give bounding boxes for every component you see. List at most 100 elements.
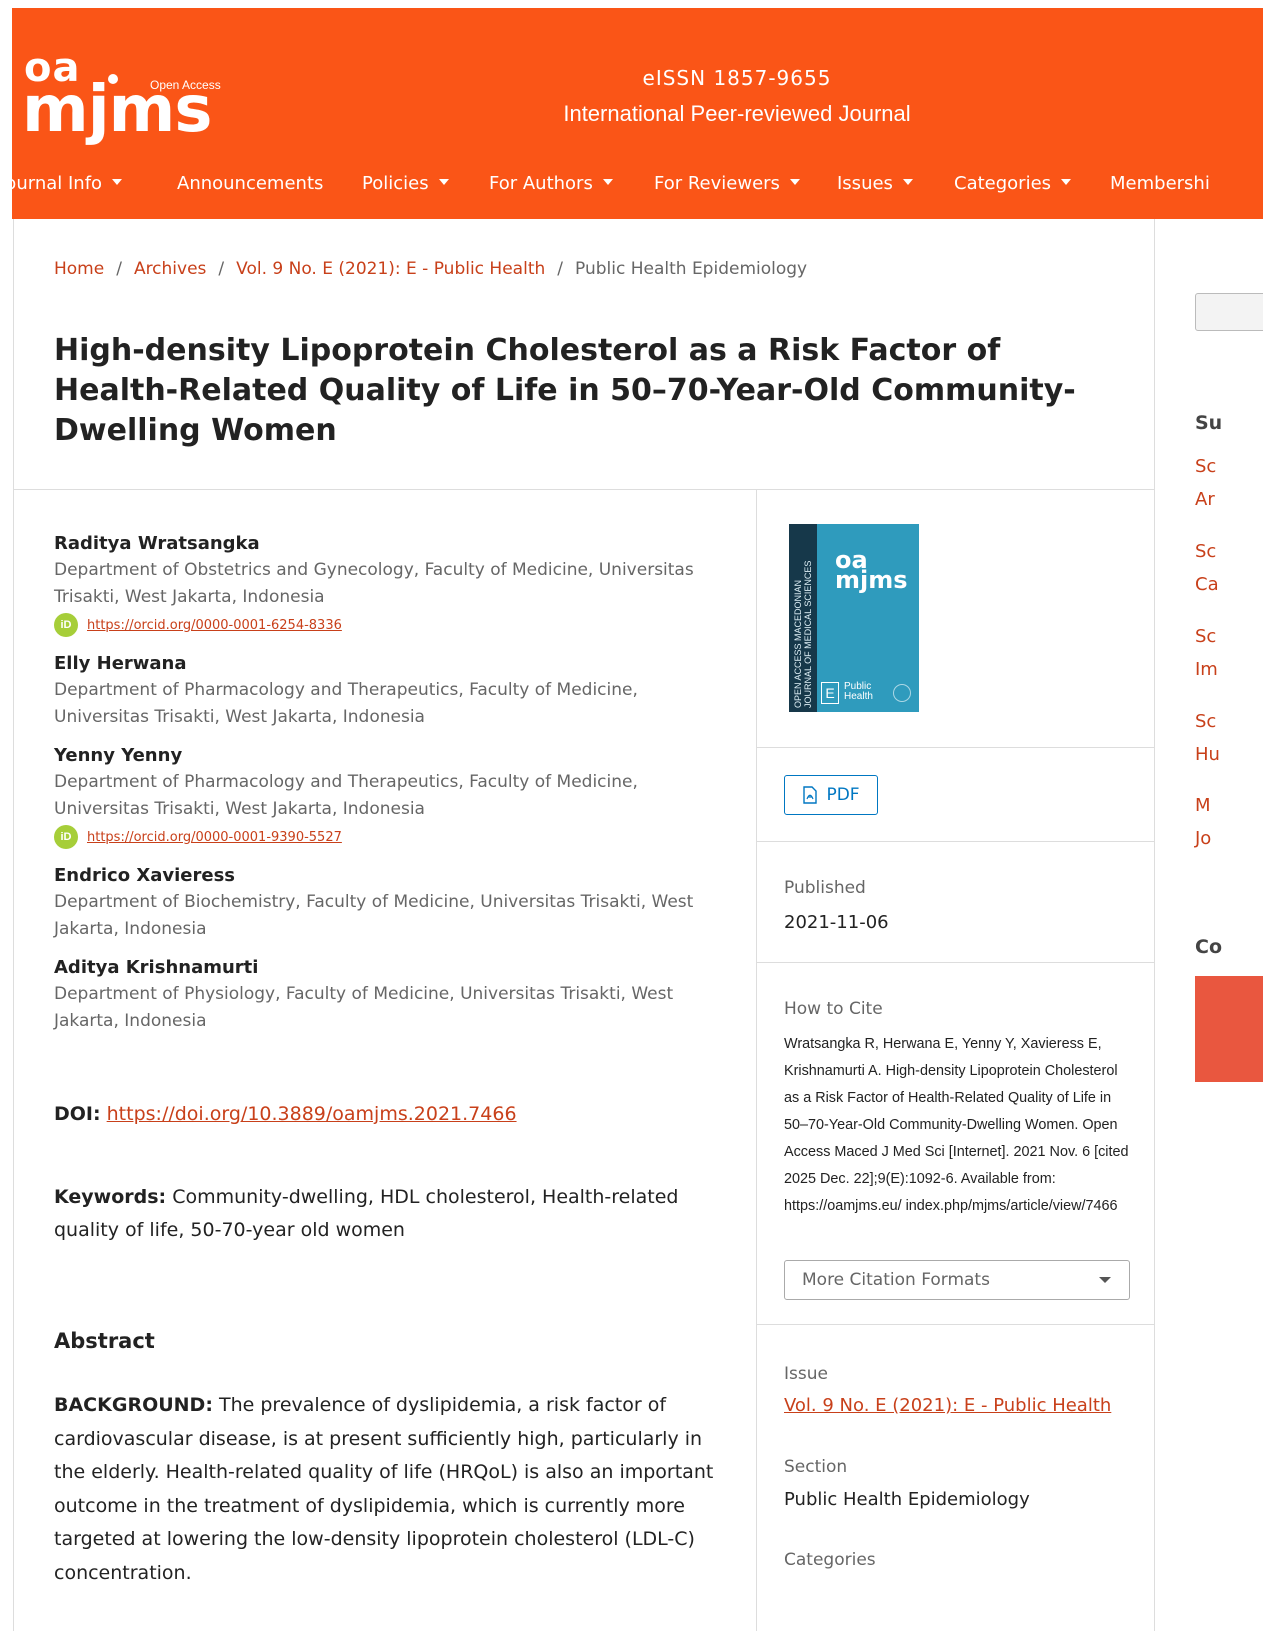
main-content: Home / Archives / Vol. 9 No. E (2021): E - P… (13, 219, 1155, 1631)
sidebar-link[interactable]: Im (1195, 653, 1218, 686)
nav-item-label: For Reviewers (654, 173, 780, 194)
sidebar-link[interactable]: Hu (1195, 738, 1220, 771)
keywords: Keywords: Community-dwelling, HDL choles… (54, 1181, 724, 1247)
author-affiliation: Department of Pharmacology and Therapeut… (54, 680, 638, 727)
breadcrumb-current: Public Health Epidemiology (575, 259, 808, 279)
site-header: oa Open Access mjms eISSN 1857-9655 Inte… (12, 8, 1263, 219)
doi-label: DOI: (54, 1103, 101, 1125)
author-item: Raditya Wratsangka Department of Obstetr… (54, 531, 724, 639)
nav-item-membership[interactable]: Membershi (1110, 166, 1210, 202)
categories-label: Categories (784, 1550, 876, 1570)
nav-item-label: Membershi (1110, 173, 1210, 194)
cover-strip-text: OPEN ACCESS MACEDONIAN JOURNAL OF MEDICA… (793, 524, 813, 708)
nav-item-label: For Authors (489, 173, 593, 194)
orcid-row: iD https://orcid.org/0000-0001-6254-8336 (54, 611, 724, 639)
chevron-down-icon (902, 179, 913, 185)
published-section: Published 2021-11-06 (757, 842, 1154, 963)
search-button[interactable] (1195, 293, 1263, 331)
cite-label: How to Cite (784, 999, 883, 1019)
cover-strip-line: OPEN ACCESS MACEDONIAN (793, 579, 803, 708)
author-name: Aditya Krishnamurti (54, 957, 259, 978)
page: oa Open Access mjms eISSN 1857-9655 Inte… (0, 0, 1263, 1631)
orcid-icon: iD (54, 825, 78, 849)
galley-section: PDF (757, 748, 1154, 842)
sidebar-link[interactable]: Jo (1195, 822, 1211, 855)
sidebar-link[interactable]: Sc (1195, 535, 1216, 568)
author-affiliation: Department of Pharmacology and Therapeut… (54, 772, 638, 819)
abstract-heading: Abstract (54, 1329, 155, 1353)
nav-item-label: Policies (362, 173, 429, 194)
nav-item-policies[interactable]: Policies (362, 166, 449, 202)
breadcrumb-separator: / (557, 259, 563, 279)
orcid-link[interactable]: https://orcid.org/0000-0001-9390-5527 (87, 830, 342, 845)
sidebar-banner[interactable] (1195, 976, 1263, 1082)
author-name: Yenny Yenny (54, 745, 183, 766)
published-date: 2021-11-06 (784, 912, 889, 933)
section-value: Public Health Epidemiology (784, 1489, 1030, 1510)
chevron-down-icon (602, 179, 613, 185)
sidebar-heading: Co (1195, 936, 1222, 958)
orcid-icon: iD (54, 613, 78, 637)
sidebar-link[interactable]: Sc (1195, 450, 1216, 483)
cover-logo-mjms: mjms (835, 566, 908, 594)
article-title: High-density Lipoprotein Cholesterol as … (54, 333, 1076, 448)
breadcrumb-issue[interactable]: Vol. 9 No. E (2021): E - Public Health (236, 259, 545, 279)
author-list: Raditya Wratsangka Department of Obstetr… (54, 531, 724, 1047)
pdf-download-button[interactable]: PDF (784, 775, 878, 815)
abstract-body: The prevalence of dyslipidemia, a risk f… (54, 1394, 714, 1584)
author-name: Elly Herwana (54, 653, 187, 674)
issue-label: Issue (784, 1364, 828, 1384)
doi-link[interactable]: https://doi.org/10.3889/oamjms.2021.7466 (107, 1103, 517, 1125)
author-name: Raditya Wratsangka (54, 533, 260, 554)
breadcrumb-separator: / (116, 259, 122, 279)
sidebar-heading: Su (1195, 412, 1223, 434)
citation-format-select-label: More Citation Formats (802, 1270, 990, 1290)
nav-item-announcements[interactable]: Announcements (177, 166, 323, 202)
pdf-file-icon (803, 786, 818, 804)
sidebar-link[interactable]: Sc (1195, 705, 1216, 738)
author-affiliation: Department of Obstetrics and Gynecology,… (54, 560, 694, 607)
cover-logo: oa mjms (835, 548, 908, 594)
nav-item-journal-info[interactable]: Journal Info (12, 166, 123, 202)
nav-item-label: Issues (837, 173, 893, 194)
chevron-down-icon (1099, 1277, 1111, 1283)
sidebar-link[interactable]: Sc (1195, 620, 1216, 653)
breadcrumb-archives[interactable]: Archives (134, 259, 206, 279)
cover-section: OPEN ACCESS MACEDONIAN JOURNAL OF MEDICA… (757, 490, 1154, 748)
chevron-down-icon (438, 179, 449, 185)
abstract-text: BACKGROUND: The prevalence of dyslipidem… (54, 1389, 734, 1590)
abstract-background-label: BACKGROUND: (54, 1394, 213, 1416)
cover-strip-line: JOURNAL OF MEDICAL SCIENCES (803, 560, 813, 708)
breadcrumb-home[interactable]: Home (54, 259, 104, 279)
citation-section: How to Cite Wratsangka R, Herwana E, Yen… (757, 963, 1154, 1325)
cover-section-name-line: Health (844, 691, 873, 702)
nav-item-categories[interactable]: Categories (954, 166, 1072, 202)
nav-item-issues[interactable]: Issues (837, 166, 913, 202)
nav-item-label: Journal Info (12, 173, 103, 194)
nav-item-label: Categories (954, 173, 1052, 194)
cover-section-name: Public Health (844, 682, 873, 702)
author-affiliation: Department of Biochemistry, Faculty of M… (54, 892, 694, 939)
sidebar-link[interactable]: Ca (1195, 568, 1219, 601)
sidebar-link[interactable]: M (1195, 789, 1211, 822)
issue-cover-image[interactable]: OPEN ACCESS MACEDONIAN JOURNAL OF MEDICA… (789, 524, 919, 712)
sidebar-link[interactable]: Ar (1195, 483, 1215, 516)
doi: DOI: https://doi.org/10.3889/oamjms.2021… (54, 1103, 517, 1125)
chevron-down-icon (789, 179, 800, 185)
chevron-down-icon (1061, 179, 1072, 185)
nav-item-for-reviewers[interactable]: For Reviewers (654, 166, 800, 202)
author-item: Aditya Krishnamurti Department of Physio… (54, 955, 724, 1035)
nav-item-for-authors[interactable]: For Authors (489, 166, 613, 202)
author-item: Elly Herwana Department of Pharmacology … (54, 651, 724, 731)
journal-subtitle: International Peer-reviewed Journal (563, 101, 911, 126)
author-name: Endrico Xavieress (54, 865, 235, 886)
orcid-link[interactable]: https://orcid.org/0000-0001-6254-8336 (87, 618, 342, 633)
breadcrumb-separator: / (218, 259, 225, 279)
issn-text: eISSN 1857-9655 (642, 66, 832, 90)
issue-link[interactable]: Vol. 9 No. E (2021): E - Public Health (784, 1395, 1111, 1416)
breadcrumb: Home / Archives / Vol. 9 No. E (2021): E - P… (54, 259, 807, 279)
citation-text: Wratsangka R, Herwana E, Yenny Y, Xavier… (784, 1036, 1129, 1214)
section-label: Section (784, 1457, 848, 1477)
author-item: Yenny Yenny Department of Pharmacology a… (54, 743, 724, 851)
citation-format-select[interactable]: More Citation Formats (784, 1260, 1130, 1300)
